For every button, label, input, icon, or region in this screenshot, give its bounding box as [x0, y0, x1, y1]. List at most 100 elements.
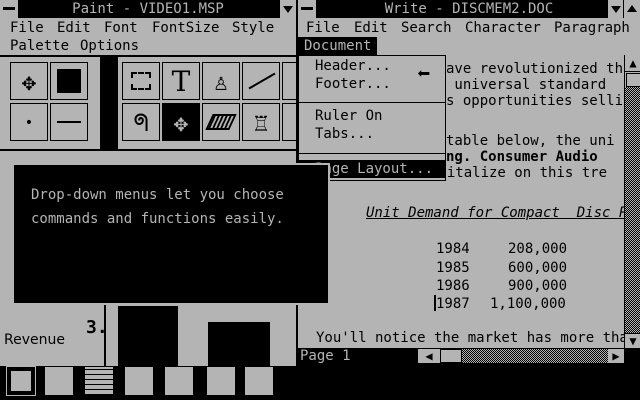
dot-icon: • [24, 115, 34, 131]
notepad-icon[interactable] [206, 366, 236, 396]
scroll-thumb[interactable] [626, 73, 640, 87]
table-value-1984: 208,000 [508, 241, 568, 257]
paint-menu-fontsize[interactable]: FontSize [152, 19, 219, 37]
selection-tool[interactable] [122, 62, 160, 100]
edge-tool-partial-2[interactable] [282, 103, 296, 141]
edge-tool-partial[interactable] [282, 62, 296, 100]
paint-can-icon: ♙ [213, 68, 229, 96]
move-icon: ✥ [21, 68, 37, 96]
move-tool[interactable]: ✥ [10, 62, 48, 100]
write-maximize-icon[interactable] [623, 0, 640, 18]
paint-bucket-tool[interactable]: ♙ [202, 62, 240, 100]
paint-menu-options[interactable]: Options [80, 37, 139, 55]
paint-menu-edit[interactable]: Edit [57, 19, 91, 37]
tooltip-box: Drop-down menus let you choose commands … [12, 163, 330, 305]
menu-item-footer[interactable]: Footer... [315, 76, 391, 92]
paint-menubar: File Edit Font FontSize Style [0, 19, 296, 37]
hscroll-thumb[interactable] [440, 349, 462, 363]
paint-menu-font[interactable]: Font [104, 19, 138, 37]
menu-item-header[interactable]: Header... [315, 58, 391, 74]
clock-icon[interactable] [164, 366, 194, 396]
write-menu-search[interactable]: Search [401, 19, 452, 37]
paint-title: Paint - VIDEO1.MSP [72, 1, 224, 17]
eraser-icon [205, 114, 237, 130]
text-cursor [434, 295, 436, 311]
eraser-tool[interactable] [202, 103, 240, 141]
text-tool[interactable]: T [162, 62, 200, 100]
write-menu-character[interactable]: Character [465, 19, 541, 37]
table-year-1987: 1987 [436, 296, 470, 312]
table-year-1984: 1984 [436, 241, 470, 257]
cardfile-icon[interactable] [124, 366, 154, 396]
text-tool-icon: T [171, 65, 191, 98]
canvas-bar-2 [208, 322, 270, 366]
paint-menu-palette[interactable]: Palette [10, 37, 69, 55]
brush-icon: ♖ [253, 109, 269, 137]
write-system-menu-icon[interactable] [298, 0, 316, 18]
write-title-bar[interactable]: Write - DISCMEM2.DOC [298, 0, 640, 18]
palette-divider [100, 57, 118, 149]
vertical-scrollbar[interactable]: ▲ ▼ [624, 55, 640, 348]
table-title: Unit Demand for Compact Disc Pl [366, 205, 636, 221]
canvas-revenue-label: Revenue [4, 332, 65, 348]
palette-panel: ✥ • [0, 57, 100, 149]
write-menu-paragraph[interactable]: Paragraph [554, 19, 630, 37]
doc-line-3: s opportunities sellin [446, 93, 632, 109]
scroll-track [625, 87, 640, 333]
hscroll-left-arrow-icon[interactable]: ◀ [418, 349, 440, 363]
doc-line-1: ave revolutionized th [446, 61, 624, 77]
paint-menu-file[interactable]: File [10, 19, 44, 37]
line-tool-icon [248, 72, 276, 90]
write-window: Write - DISCMEM2.DOC File Edit Search Ch… [298, 0, 640, 366]
table-value-1986: 900,000 [508, 278, 568, 294]
table-value-1987: 1,100,000 [490, 296, 566, 312]
status-bar: Page 1 ◀ ▶ [298, 348, 640, 366]
selection-icon [131, 72, 151, 90]
msdos-exec-icon[interactable] [6, 366, 36, 396]
left-arrow-icon: ⬅ [417, 62, 431, 87]
menu-item-tabs[interactable]: Tabs... [315, 126, 374, 142]
tool-grid: T ♙ ᖗ ✥ ♖ [118, 57, 296, 149]
move-icon: ✥ [173, 109, 189, 137]
terminal-icon[interactable] [244, 366, 274, 396]
write-menu-edit[interactable]: Edit [354, 19, 388, 37]
dropdown-separator-2 [299, 153, 445, 154]
canvas-bar-1 [118, 306, 178, 366]
scroll-up-arrow-icon[interactable]: ▲ [625, 55, 640, 72]
color-swatch-tool[interactable] [50, 62, 88, 100]
doc-line-5: table below, the uni [446, 133, 615, 149]
menu-item-ruler-on[interactable]: Ruler On [315, 108, 382, 124]
write-menubar-row2: Document [298, 37, 640, 55]
paint-title-bar[interactable]: Paint - VIDEO1.MSP [0, 0, 296, 18]
write-title: Write - DISCMEM2.DOC [384, 1, 554, 17]
spreadsheet-icon[interactable] [84, 366, 114, 396]
paint-minimize-icon[interactable] [279, 0, 296, 18]
scroll-down-arrow-icon[interactable]: ▼ [625, 333, 640, 349]
write-menubar: File Edit Search Character Paragraph [298, 19, 640, 37]
hscroll-right-arrow-icon[interactable]: ▶ [608, 349, 624, 363]
canvas-number-label: 3. [86, 317, 108, 338]
line-width-tool[interactable] [50, 103, 88, 141]
dot-size-tool[interactable]: • [10, 103, 48, 141]
table-year-1985: 1985 [436, 260, 470, 276]
lasso-icon: ᖗ [133, 109, 149, 137]
table-value-1985: 600,000 [508, 260, 568, 276]
doc-line-2: universal standard [446, 77, 607, 93]
tooltip-text: Drop-down menus let you choose commands … [31, 187, 284, 227]
write-minimize-icon[interactable] [607, 0, 624, 18]
doc-bottom-line: You'll notice the market has more tha [316, 330, 628, 346]
hscroll-track[interactable] [440, 349, 608, 363]
line-width-icon [57, 121, 81, 123]
calendar-icon[interactable] [44, 366, 74, 396]
table-year-1986: 1986 [436, 278, 470, 294]
paint-menu-style[interactable]: Style [232, 19, 274, 37]
write-menu-document[interactable]: Document [298, 37, 378, 55]
brush-tool[interactable]: ♖ [242, 103, 280, 141]
move-selected-tool[interactable]: ✥ [162, 103, 200, 141]
lasso-tool[interactable]: ᖗ [122, 103, 160, 141]
menu-item-page-layout-label: Page Layout... [315, 161, 434, 177]
write-menu-file[interactable]: File [306, 19, 340, 37]
msdos-exec-glyph [11, 371, 31, 391]
line-tool[interactable] [242, 62, 280, 100]
paint-system-menu-icon[interactable] [0, 0, 18, 18]
